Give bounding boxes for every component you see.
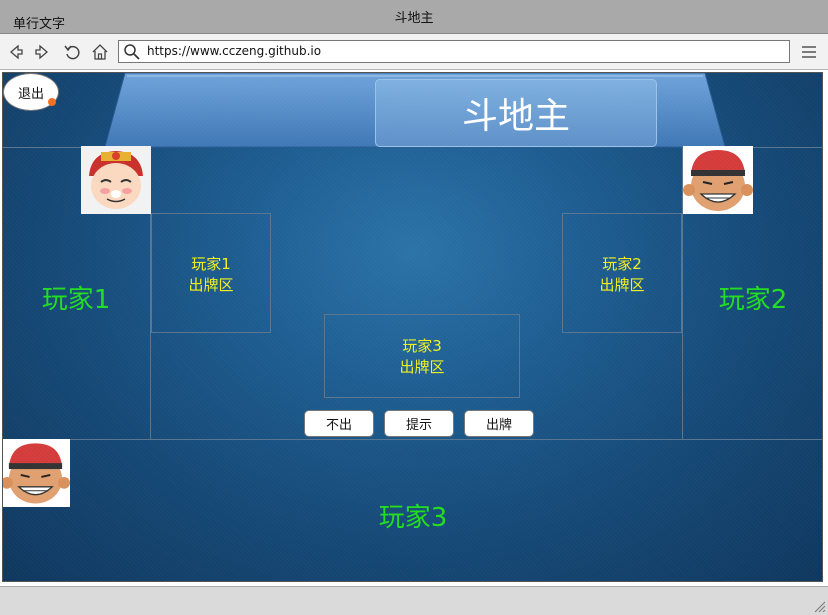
exit-badge-dot [48, 98, 56, 106]
player2-zone-subtitle: 出牌区 [599, 276, 645, 294]
player1-zone-subtitle: 出牌区 [188, 276, 234, 294]
home-icon[interactable] [90, 42, 110, 62]
window-title: 斗地主 [394, 11, 434, 26]
status-bar [0, 586, 828, 615]
resize-grip-icon[interactable] [812, 599, 826, 613]
title-banner: 斗地主 [103, 73, 727, 151]
player2-play-zone: 玩家2 出牌区 [562, 213, 682, 333]
peasant-face-icon [683, 146, 753, 214]
player1-name: 玩家1 [41, 285, 111, 315]
forward-icon[interactable] [32, 42, 52, 62]
exit-label: 退出 [17, 86, 44, 102]
landlord-avatar [81, 146, 151, 214]
url-bar[interactable]: https://www.cczeng.github.io [118, 40, 790, 63]
hamburger-menu-icon[interactable] [800, 43, 818, 61]
player3-zone-title: 玩家3 [402, 337, 442, 355]
player1-play-zone: 玩家1 出牌区 [151, 213, 271, 333]
landlord-face-icon [81, 146, 151, 214]
exit-button[interactable]: 退出 [3, 73, 59, 111]
player3-play-zone: 玩家3 出牌区 [324, 314, 520, 398]
pass-button[interactable]: 不出 [304, 410, 374, 437]
reload-icon[interactable] [62, 42, 82, 62]
game-title: 斗地主 [375, 79, 657, 147]
peasant-face-icon [3, 439, 70, 507]
player2-name: 玩家2 [718, 285, 788, 315]
browser-toolbar: https://www.cczeng.github.io [0, 34, 828, 70]
play-cards-button[interactable]: 出牌 [464, 410, 534, 437]
player2-zone-title: 玩家2 [602, 255, 642, 273]
peasant-avatar-right [683, 146, 753, 214]
player3-name: 玩家3 [378, 503, 448, 533]
player3-zone-subtitle: 出牌区 [399, 358, 445, 376]
game-table: 斗地主 退出 玩家1 玩家2 玩家3 玩家1 出牌区 玩家2 出牌区 玩家3 出… [2, 72, 823, 582]
player1-zone-title: 玩家1 [191, 255, 231, 273]
hint-button[interactable]: 提示 [384, 410, 454, 437]
window-titlebar: 单行文字 斗地主 [0, 0, 828, 34]
url-text[interactable]: https://www.cczeng.github.io [147, 44, 321, 58]
search-icon [124, 44, 140, 60]
peasant-avatar-bottom [3, 439, 70, 507]
back-icon[interactable] [6, 42, 26, 62]
